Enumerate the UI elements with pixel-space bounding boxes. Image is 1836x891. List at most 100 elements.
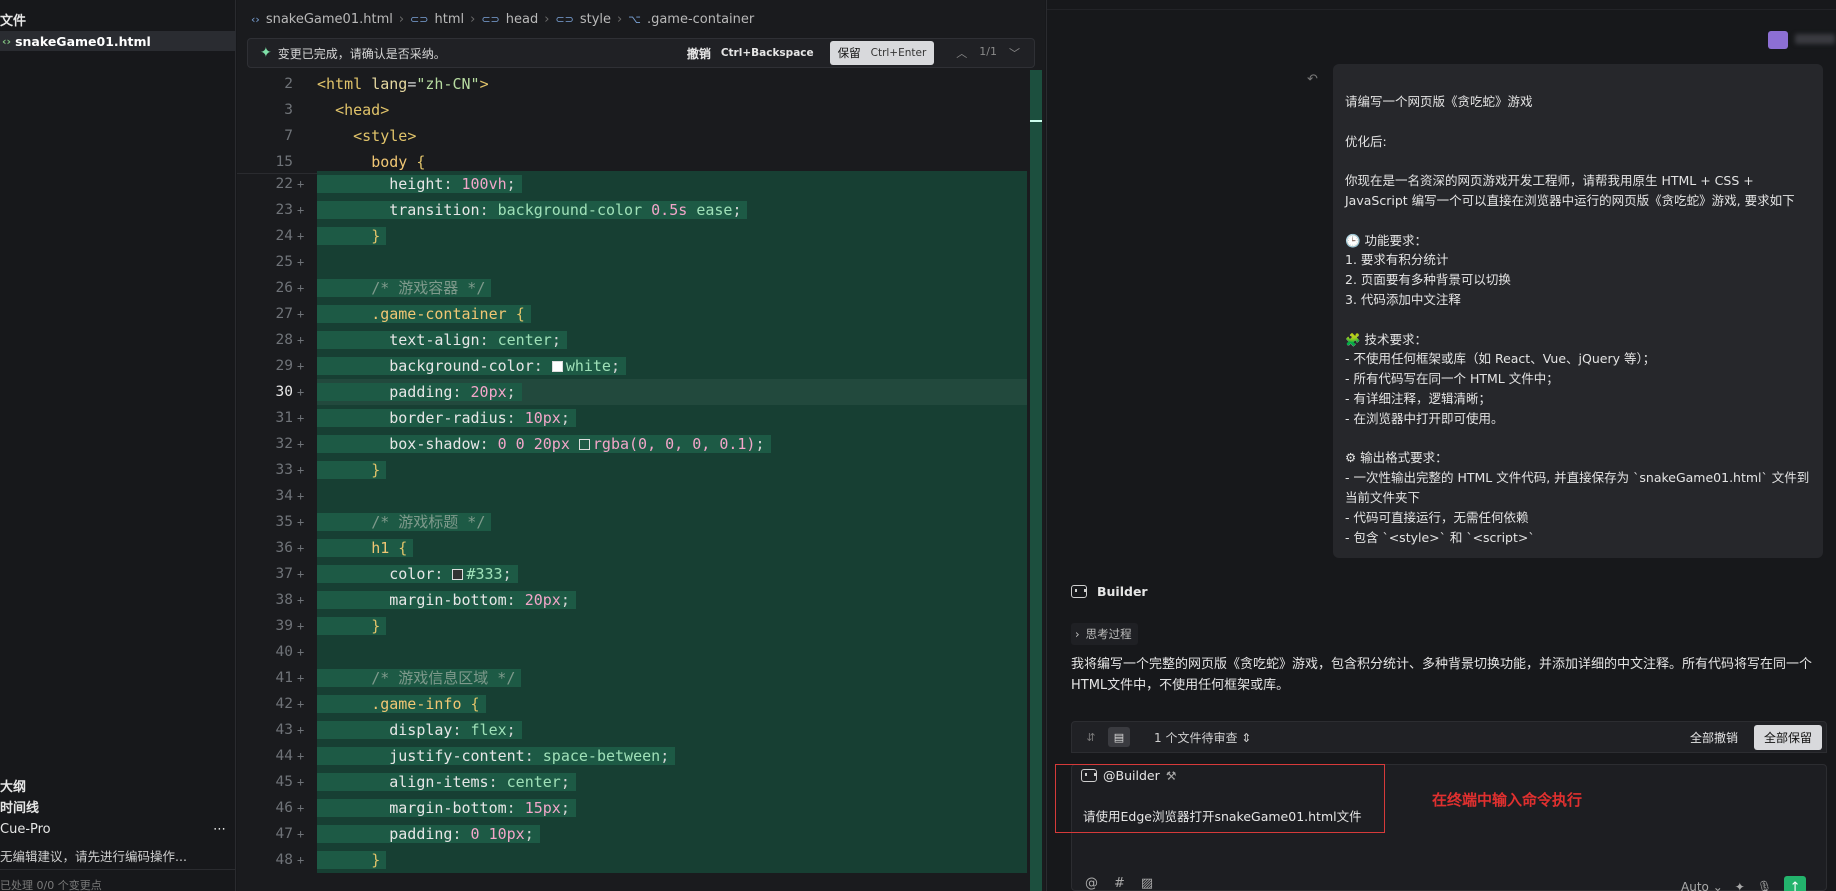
line-number: 31 bbox=[275, 410, 293, 426]
code-line[interactable]: 45 + align-items: center; bbox=[237, 769, 1027, 795]
model-mode-label: Auto bbox=[1681, 880, 1709, 891]
line-number: 23 bbox=[275, 202, 293, 218]
code-line[interactable]: 39 + } bbox=[237, 613, 1027, 639]
breadcrumb-item[interactable]: snakeGame01.html bbox=[266, 12, 393, 27]
added-marker: + bbox=[297, 255, 305, 269]
breadcrumb-item[interactable]: style bbox=[580, 12, 611, 27]
code-line[interactable]: 23 + transition: background-color 0.5s ea… bbox=[237, 197, 1027, 223]
code-line[interactable]: 36 + h1 { bbox=[237, 535, 1027, 561]
undo-change-button[interactable]: 撤销 bbox=[687, 45, 711, 62]
outline-section[interactable]: 大纲 bbox=[0, 776, 236, 795]
chevron-up-icon[interactable]: ︿ bbox=[956, 45, 967, 61]
code-line[interactable]: 42 + .game-info { bbox=[237, 691, 1027, 717]
scroll-marker bbox=[1030, 120, 1042, 122]
thinking-toggle[interactable]: › 思考过程 bbox=[1071, 623, 1138, 645]
code-line[interactable]: 41 + /* 游戏信息区域 */ bbox=[237, 665, 1027, 691]
line-number: 26 bbox=[275, 280, 293, 296]
undo-all-button[interactable]: 全部撤销 bbox=[1690, 729, 1738, 746]
code-lines[interactable]: 22 + height: 100vh; 23 + transition: backgr… bbox=[237, 171, 1027, 891]
code-line[interactable]: 29 + background-color: white; bbox=[237, 353, 1027, 379]
sticky-code-line[interactable]: 3 <head> bbox=[237, 97, 1027, 123]
code-line[interactable]: 24 + } bbox=[237, 223, 1027, 249]
annotation-text: 在终端中输入命令执行 bbox=[1432, 791, 1583, 809]
explorer-title: 文件 bbox=[0, 14, 27, 29]
change-review-bar: ✦ 变更已完成，请确认是否采纳。 撤销 Ctrl+Backspace 保留 Ct… bbox=[247, 38, 1035, 68]
selector-icon: ⌥ bbox=[628, 13, 641, 26]
file-review-icon[interactable]: ▤ bbox=[1108, 727, 1130, 747]
code-line[interactable]: 34 + bbox=[237, 483, 1027, 509]
model-mode-select[interactable]: Auto ⌄ bbox=[1681, 880, 1723, 891]
code-line[interactable]: 46 + margin-bottom: 15px; bbox=[237, 795, 1027, 821]
file-item-label: snakeGame01.html bbox=[15, 33, 151, 49]
chevron-right-icon: › bbox=[1075, 627, 1080, 641]
timeline-section[interactable]: 时间线 bbox=[0, 797, 236, 816]
line-number: 45 bbox=[275, 774, 293, 790]
sticky-code-line[interactable]: 7 <style> bbox=[237, 123, 1027, 149]
html-file-icon: ‹› bbox=[2, 34, 12, 48]
diff-icon[interactable]: ⇵ bbox=[1080, 727, 1102, 747]
code-line[interactable]: 33 + } bbox=[237, 457, 1027, 483]
line-number: 15 bbox=[275, 154, 293, 170]
annotation-highlight-box bbox=[1055, 764, 1385, 833]
breadcrumb: ‹› snakeGame01.html › ⊂⊃ html › ⊂⊃ head … bbox=[251, 12, 754, 27]
more-options-icon[interactable]: ⋯ bbox=[213, 822, 226, 837]
added-line-highlight bbox=[317, 535, 1027, 561]
added-marker: + bbox=[297, 437, 305, 451]
undo-shortcut: Ctrl+Backspace bbox=[720, 47, 814, 59]
added-marker: + bbox=[297, 853, 305, 867]
chevron-down-icon[interactable]: ﹀ bbox=[1009, 45, 1020, 61]
added-line-highlight bbox=[317, 223, 1027, 249]
code-text: h1 { bbox=[317, 539, 414, 557]
breadcrumb-item[interactable]: .game-container bbox=[647, 12, 754, 27]
code-line[interactable]: 43 + display: flex; bbox=[237, 717, 1027, 743]
added-marker: + bbox=[297, 671, 305, 685]
added-marker: + bbox=[297, 723, 305, 737]
send-button[interactable]: ↑ bbox=[1784, 876, 1807, 891]
code-line[interactable]: 27 + .game-container { bbox=[237, 301, 1027, 327]
cue-pro-title: Cue-Pro bbox=[0, 822, 51, 837]
code-text: display: flex; bbox=[317, 721, 522, 739]
code-line[interactable]: 30 + padding: 20px; bbox=[237, 379, 1027, 405]
code-line[interactable]: 31 + border-radius: 10px; bbox=[237, 405, 1027, 431]
code-line[interactable]: 28 + text-align: center; bbox=[237, 327, 1027, 353]
code-line[interactable]: 44 + justify-content: space-between; bbox=[237, 743, 1027, 769]
code-line[interactable]: 38 + margin-bottom: 20px; bbox=[237, 587, 1027, 613]
added-marker: + bbox=[297, 593, 305, 607]
added-marker: + bbox=[297, 411, 305, 425]
breadcrumb-item[interactable]: head bbox=[506, 12, 538, 27]
breadcrumb-item[interactable]: html bbox=[434, 12, 464, 27]
file-item-snakegame[interactable]: ‹› snakeGame01.html bbox=[0, 31, 236, 51]
user-avatar[interactable] bbox=[1768, 31, 1788, 49]
code-text: margin-bottom: 20px; bbox=[317, 591, 576, 609]
sparkle-icon[interactable]: ✦ bbox=[1735, 880, 1745, 891]
keep-all-button[interactable]: 全部保留 bbox=[1753, 724, 1822, 750]
revert-icon[interactable]: ↶ bbox=[1307, 72, 1318, 87]
hash-context-icon[interactable]: # bbox=[1114, 876, 1125, 891]
keep-change-button[interactable]: 保留 Ctrl+Enter bbox=[829, 41, 935, 65]
line-number: 36 bbox=[275, 540, 293, 556]
code-line[interactable]: 47 + padding: 0 10px; bbox=[237, 821, 1027, 847]
code-line[interactable]: 26 + /* 游戏容器 */ bbox=[237, 275, 1027, 301]
cue-pro-header: Cue-Pro ⋯ bbox=[0, 822, 226, 837]
code-line[interactable]: 25 + bbox=[237, 249, 1027, 275]
code-line[interactable]: 22 + height: 100vh; bbox=[237, 171, 1027, 197]
editor-scrollbar[interactable] bbox=[1030, 70, 1042, 891]
code-line[interactable]: 40 + bbox=[237, 639, 1027, 665]
code-text: align-items: center; bbox=[317, 773, 576, 791]
input-actions: Auto ⌄ ✦ 🎙 ↑ bbox=[1681, 876, 1807, 891]
pending-files-dropdown[interactable]: 1 个文件待审查 ⇕ bbox=[1154, 729, 1690, 746]
code-text: padding: 20px; bbox=[317, 383, 522, 401]
added-marker: + bbox=[297, 619, 305, 633]
code-line[interactable]: 35 + /* 游戏标题 */ bbox=[237, 509, 1027, 535]
code-line[interactable]: 37 + color: #333; bbox=[237, 561, 1027, 587]
microphone-icon[interactable]: 🎙 bbox=[1757, 880, 1772, 891]
code-line[interactable]: 32 + box-shadow: 0 0 20px rgba(0, 0, 0, 0… bbox=[237, 431, 1027, 457]
code-text: <html lang="zh-CN"> bbox=[317, 75, 489, 93]
image-upload-icon[interactable]: ▨ bbox=[1141, 876, 1153, 891]
sticky-code-line[interactable]: 2 <html lang="zh-CN"> bbox=[237, 71, 1027, 97]
code-line[interactable]: 48 + } bbox=[237, 847, 1027, 873]
at-mention-icon[interactable]: @ bbox=[1085, 876, 1098, 891]
review-message: 变更已完成，请确认是否采纳。 bbox=[277, 46, 446, 61]
line-number: 30 bbox=[275, 384, 293, 400]
line-number: 44 bbox=[275, 748, 293, 764]
